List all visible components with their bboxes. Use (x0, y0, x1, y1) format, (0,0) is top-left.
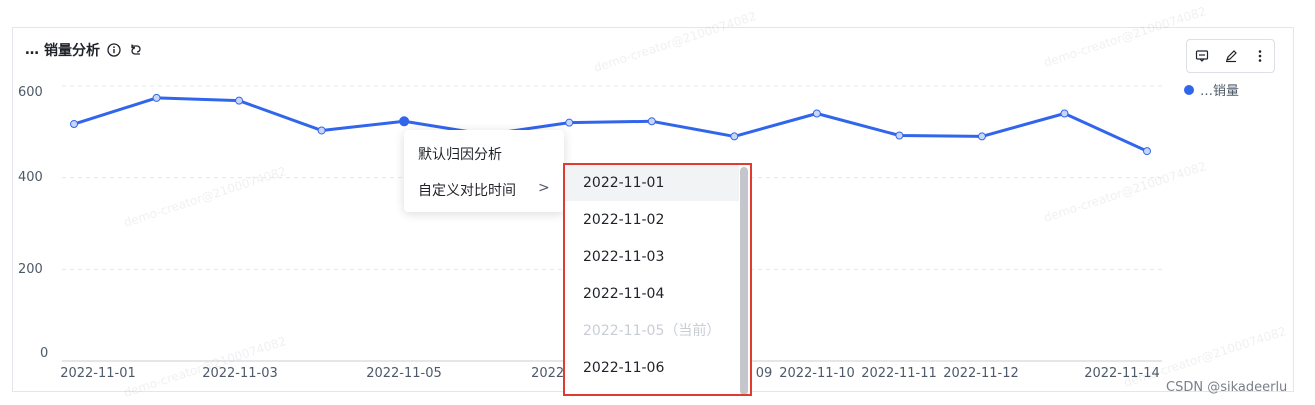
series-line (73, 96, 1148, 153)
data-point[interactable] (977, 132, 986, 141)
x-tick-label: 2022-11-10 (779, 366, 855, 381)
data-point[interactable] (647, 117, 656, 126)
data-point[interactable] (730, 132, 739, 141)
data-point[interactable] (317, 126, 326, 135)
data-point[interactable] (235, 96, 244, 105)
x-tick-label: 2022-11-11 (861, 366, 937, 381)
data-point[interactable] (812, 109, 821, 118)
data-point[interactable] (152, 93, 161, 102)
date-submenu: 2022-11-01 2022-11-02 2022-11-03 2022-11… (563, 163, 752, 396)
date-option[interactable]: 2022-11-02 (565, 202, 739, 238)
chevron-right-icon: > (538, 180, 550, 196)
x-tick-label: 09 (755, 366, 773, 381)
date-option[interactable]: 2022-11-03 (565, 239, 739, 275)
x-tick-label: 2022-11-05 (366, 366, 442, 381)
x-tick-label: 2022-11-12 (943, 366, 1019, 381)
data-point[interactable] (1060, 109, 1069, 118)
data-point[interactable] (565, 118, 574, 127)
context-menu: 默认归因分析 自定义对比时间 > (404, 130, 564, 212)
date-option-current: 2022-11-05（当前） (583, 323, 721, 339)
data-point[interactable] (70, 120, 78, 129)
date-option[interactable]: 2022-11-01 (565, 165, 739, 201)
date-option[interactable]: 2022-11-06 (565, 350, 739, 386)
x-tick-label: 2022-11-01 (60, 366, 136, 381)
menu-item-default-attribution[interactable]: 默认归因分析 (418, 144, 502, 164)
date-option[interactable]: 2022-11-04 (565, 276, 739, 312)
data-point[interactable] (895, 131, 904, 140)
csdn-watermark: CSDN @sikadeerlu (1166, 380, 1288, 395)
x-tick-label: 2022-11-14 (1084, 366, 1160, 381)
scrollbar-thumb[interactable] (740, 167, 748, 394)
data-point[interactable] (399, 116, 410, 127)
data-point[interactable] (1143, 147, 1151, 156)
x-tick-label: 2022-11-03 (202, 366, 278, 381)
menu-item-custom-compare-time[interactable]: 自定义对比时间 (418, 180, 516, 200)
scrollbar[interactable] (740, 167, 748, 394)
